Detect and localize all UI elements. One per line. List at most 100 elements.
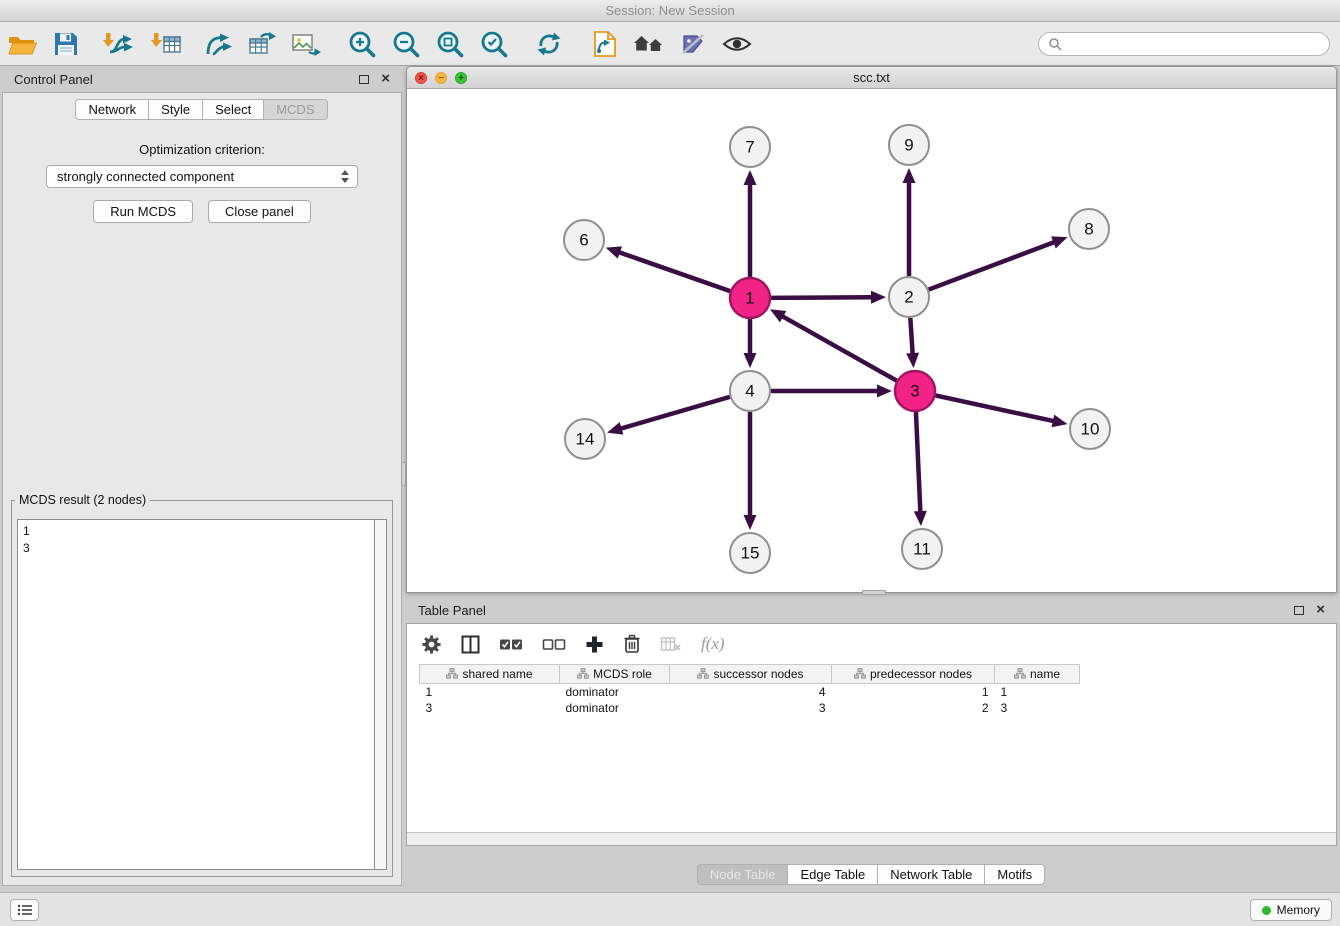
control-tab-mcds[interactable]: MCDS <box>263 99 327 120</box>
run-mcds-button[interactable]: Run MCDS <box>93 200 193 223</box>
svg-text:1: 1 <box>745 289 754 308</box>
table-settings-button[interactable] <box>421 634 442 655</box>
table-cell[interactable]: dominator <box>560 684 670 700</box>
column-header-successor-nodes[interactable]: successor nodes <box>670 665 832 684</box>
horizontal-splitter-handle[interactable] <box>862 590 886 595</box>
graph-node-10[interactable]: 10 <box>1070 409 1110 449</box>
home-button[interactable] <box>627 24 671 64</box>
graph-node-2[interactable]: 2 <box>889 277 929 317</box>
graph-node-7[interactable]: 7 <box>730 127 770 167</box>
search-input[interactable] <box>1068 37 1320 51</box>
table-tab-node-table[interactable]: Node Table <box>697 864 789 885</box>
criterion-dropdown[interactable]: strongly connected component <box>46 165 358 188</box>
duplicate-network-button[interactable] <box>583 24 627 64</box>
refresh-view-button[interactable] <box>527 24 571 64</box>
close-table-panel-icon[interactable]: × <box>1316 605 1325 615</box>
network-window-titlebar[interactable]: × − + scc.txt <box>407 67 1336 89</box>
zoom-in-button[interactable] <box>340 24 384 64</box>
graph-node-4[interactable]: 4 <box>730 371 770 411</box>
svg-text:8: 8 <box>1084 220 1093 239</box>
apply-style-button[interactable] <box>671 24 715 64</box>
graph-node-11[interactable]: 11 <box>902 529 942 569</box>
table-row[interactable]: 1dominator411 <box>420 684 1080 700</box>
select-all-columns-button[interactable] <box>499 637 523 652</box>
column-header-name[interactable]: name <box>995 665 1080 684</box>
control-panel: Control Panel × NetworkStyleSelectMCDS O… <box>2 66 402 886</box>
add-column-button[interactable] <box>585 635 604 654</box>
graph-edge-3-11[interactable] <box>916 412 920 513</box>
zoom-in-icon <box>347 29 377 59</box>
window-title: Session: New Session <box>605 3 734 18</box>
vertical-splitter-handle[interactable] <box>401 462 406 486</box>
graph-edge-3-10[interactable] <box>936 395 1055 421</box>
close-panel-button[interactable]: Close panel <box>208 200 311 223</box>
float-table-panel-icon[interactable] <box>1294 606 1304 615</box>
control-tab-style[interactable]: Style <box>148 99 203 120</box>
graph-edge-4-14[interactable] <box>620 397 730 429</box>
delete-table-icon <box>660 636 682 653</box>
graph-node-1[interactable]: 1 <box>730 278 770 318</box>
new-network-icon <box>203 31 233 57</box>
table-tab-motifs[interactable]: Motifs <box>984 864 1045 885</box>
graph-edge-3-1[interactable] <box>781 316 896 381</box>
memory-button[interactable]: Memory <box>1250 899 1332 921</box>
delete-table-button[interactable] <box>660 636 682 653</box>
column-header-predecessor-nodes[interactable]: predecessor nodes <box>832 665 995 684</box>
table-cell[interactable]: 3 <box>670 700 832 716</box>
table-panel-title: Table Panel <box>418 603 486 618</box>
graph-edge-2-8[interactable] <box>929 242 1056 290</box>
graph-edge-1-6[interactable] <box>618 252 730 291</box>
function-builder-icon[interactable]: f(x) <box>701 634 725 654</box>
window-zoom-icon[interactable]: + <box>455 72 467 84</box>
table-cell[interactable]: 1 <box>832 684 995 700</box>
close-panel-icon[interactable]: × <box>381 74 390 84</box>
zoom-fit-button[interactable] <box>428 24 472 64</box>
show-hide-button[interactable] <box>715 24 759 64</box>
window-close-icon[interactable]: × <box>415 72 427 84</box>
task-history-button[interactable] <box>10 899 39 921</box>
graph-edge-1-2[interactable] <box>771 297 873 298</box>
zoom-selected-button[interactable] <box>472 24 516 64</box>
table-hscrollbar[interactable] <box>407 832 1336 845</box>
table-cell[interactable]: 2 <box>832 700 995 716</box>
svg-text:3: 3 <box>910 382 919 401</box>
float-panel-icon[interactable] <box>359 75 369 84</box>
table-panel-header: Table Panel × <box>406 597 1337 623</box>
graph-node-6[interactable]: 6 <box>564 220 604 260</box>
import-network-button[interactable] <box>96 24 140 64</box>
export-image-button[interactable] <box>284 24 328 64</box>
table-cell[interactable]: dominator <box>560 700 670 716</box>
control-tab-select[interactable]: Select <box>202 99 264 120</box>
table-cell[interactable]: 1 <box>420 684 560 700</box>
graph-node-9[interactable]: 9 <box>889 125 929 165</box>
graph-node-14[interactable]: 14 <box>565 419 605 459</box>
table-cell[interactable]: 4 <box>670 684 832 700</box>
column-header-shared-name[interactable]: shared name <box>420 665 560 684</box>
import-table-button[interactable] <box>144 24 188 64</box>
delete-column-button[interactable] <box>623 634 641 654</box>
table-tab-network-table[interactable]: Network Table <box>877 864 985 885</box>
show-columns-button[interactable] <box>461 635 480 654</box>
new-network-button[interactable] <box>196 24 240 64</box>
table-tab-edge-table[interactable]: Edge Table <box>787 864 878 885</box>
save-session-button[interactable] <box>44 24 88 64</box>
new-table-button[interactable] <box>240 24 284 64</box>
table-cell[interactable]: 3 <box>995 700 1080 716</box>
table-cell[interactable]: 3 <box>420 700 560 716</box>
open-file-button[interactable] <box>0 24 44 64</box>
graph-node-15[interactable]: 15 <box>730 533 770 573</box>
table-cell[interactable]: 1 <box>995 684 1080 700</box>
network-canvas[interactable]: 7 9 6 8 1 2 4 3 14 10 15 11 <box>407 89 1336 593</box>
unselect-all-columns-button[interactable] <box>542 637 566 652</box>
search-box <box>1038 32 1330 56</box>
table-row[interactable]: 3dominator323 <box>420 700 1080 716</box>
window-minimize-icon[interactable]: − <box>435 72 447 84</box>
result-scrollbar[interactable] <box>375 519 387 870</box>
graph-node-3[interactable]: 3 <box>895 371 935 411</box>
zoom-out-button[interactable] <box>384 24 428 64</box>
graph-edge-2-3[interactable] <box>910 318 912 355</box>
graph-node-8[interactable]: 8 <box>1069 209 1109 249</box>
column-header-MCDS-role[interactable]: MCDS role <box>560 665 670 684</box>
edge-arrowhead <box>607 422 623 434</box>
control-tab-network[interactable]: Network <box>75 99 149 120</box>
